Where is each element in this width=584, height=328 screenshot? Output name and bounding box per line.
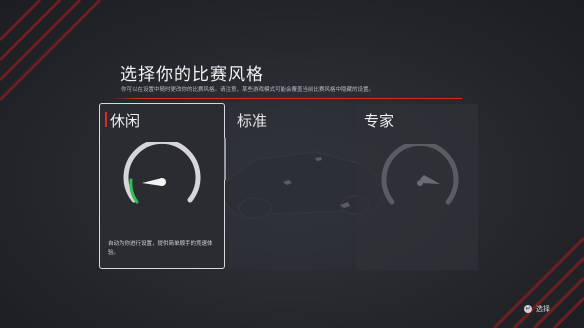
scrollbar[interactable]	[224, 138, 226, 180]
card-standard[interactable]: 标准	[229, 104, 351, 270]
gauge-icon-high	[381, 144, 459, 205]
select-label: 选择	[536, 305, 550, 313]
card-label-standard: 标准	[237, 112, 268, 130]
card-expert[interactable]: 专家	[356, 104, 478, 270]
card-casual[interactable]: 休闲 自动为你进行设置，提供简单顺手的竞速体验。	[99, 103, 225, 269]
page-subtitle: 你可以在设置中随时更改你的比赛风格。请注意，某些游戏模式可能会覆盖当前比赛风格中…	[121, 87, 375, 93]
gauge-icon-low	[123, 142, 201, 204]
card-description-casual: 自动为你进行设置，提供简单顺手的竞速体验。	[108, 241, 213, 256]
title-divider	[112, 98, 462, 99]
enter-icon: ↵	[524, 305, 532, 313]
card-label-expert: 专家	[364, 112, 395, 130]
selected-accent-bar	[105, 112, 107, 127]
select-hint[interactable]: ↵ 选择	[524, 304, 550, 314]
page-title: 选择你的比赛风格	[120, 65, 264, 85]
card-label-casual: 休闲	[110, 112, 141, 130]
